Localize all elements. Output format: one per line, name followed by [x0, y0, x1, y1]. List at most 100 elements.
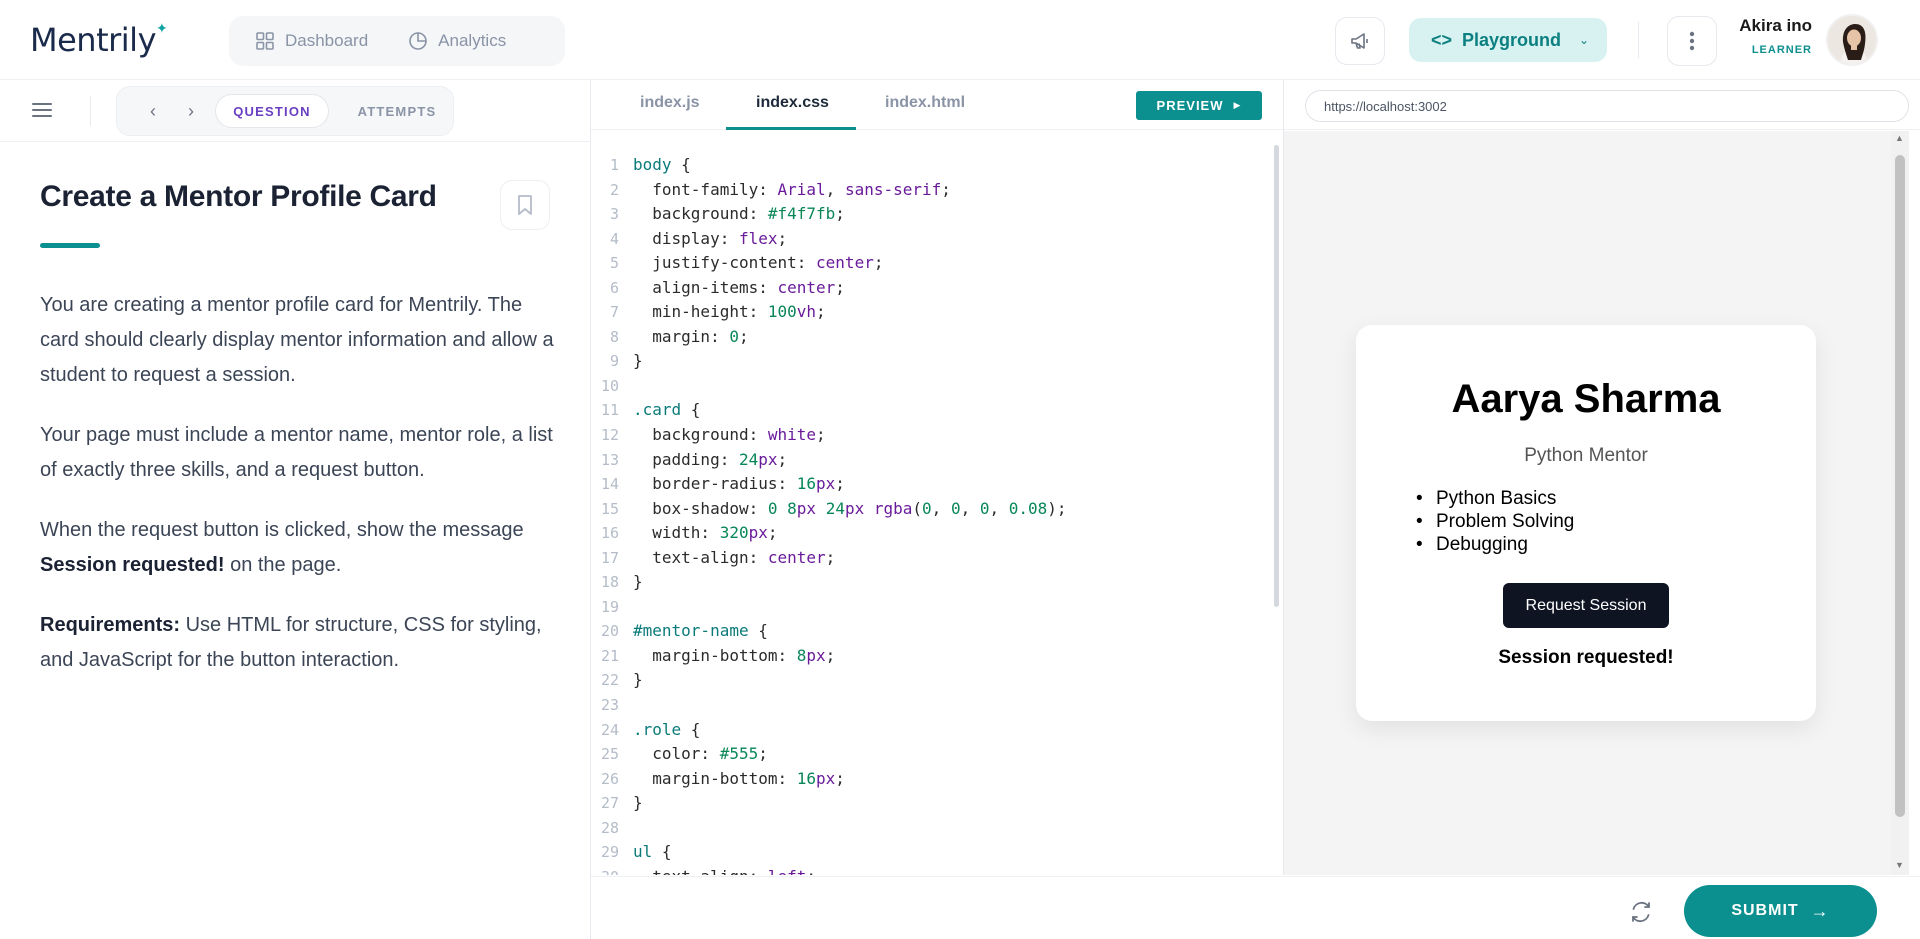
text-span: on the page.	[224, 554, 342, 576]
code-line: 23	[591, 693, 1067, 718]
next-question-button[interactable]: ›	[179, 99, 203, 123]
nav-dashboard[interactable]: Dashboard	[255, 31, 368, 51]
code-line: 30 text-align: left;	[591, 865, 1067, 875]
line-number: 18	[600, 573, 619, 592]
code-line: 6 align-items: center;	[591, 276, 1067, 301]
line-number: 30	[591, 865, 619, 875]
code-text: .role {	[633, 719, 701, 739]
code-line: 3 background: #f4f7fb;	[591, 202, 1067, 227]
code-editor[interactable]: 1 body {2 font-family: Arial, sans-serif;…	[591, 131, 1283, 875]
scroll-down-icon[interactable]: ▼	[1895, 860, 1904, 870]
line-number: 21	[600, 646, 619, 665]
play-icon: ▶	[1233, 100, 1242, 110]
description-paragraph: When the request button is clicked, show…	[40, 513, 560, 583]
editor-scrollbar[interactable]	[1274, 145, 1279, 607]
scroll-up-icon[interactable]: ▲	[1895, 133, 1904, 143]
code-text: justify-content: center;	[633, 253, 884, 273]
header-divider	[1638, 22, 1639, 58]
description-paragraph: You are creating a mentor profile card f…	[40, 294, 554, 386]
question-description: You are creating a mentor profile card f…	[40, 288, 560, 703]
code-text: min-height: 100vh;	[633, 302, 826, 322]
grid-icon	[256, 32, 274, 50]
code-text: }	[633, 572, 643, 592]
active-tab-indicator	[726, 127, 856, 130]
line-number: 1	[609, 156, 619, 174]
sparkle-icon: ✦	[156, 20, 168, 36]
code-line: 26 margin-bottom: 16px;	[591, 767, 1067, 792]
code-line: 14 border-radius: 16px;	[591, 472, 1067, 497]
submit-button[interactable]: SUBMIT →	[1684, 885, 1877, 937]
code-line: 13 padding: 24px;	[591, 448, 1067, 473]
line-number: 6	[609, 278, 619, 297]
code-icon: <>	[1431, 29, 1453, 50]
code-line: 17 text-align: center;	[591, 546, 1067, 571]
chevron-right-icon: ›	[188, 100, 194, 121]
code-line: 18}	[591, 570, 1067, 595]
preview-label: PREVIEW	[1156, 98, 1224, 113]
refresh-icon	[1632, 901, 1650, 923]
more-options-button[interactable]	[1667, 16, 1717, 66]
line-number: 23	[600, 696, 619, 715]
tab-index-js[interactable]: index.js	[640, 94, 700, 112]
code-text: display: flex;	[633, 228, 788, 248]
mentor-card: Aarya Sharma Python Mentor Python Basics…	[1356, 325, 1816, 721]
code-line: 27}	[591, 791, 1067, 816]
code-text: }	[633, 351, 643, 371]
code-text: border-radius: 16px;	[633, 474, 845, 494]
code-line: 11 .card {	[591, 398, 1067, 423]
top-header: Mentrily ✦ Dashboard Analytics <> Playgr…	[0, 0, 1920, 80]
preview-button[interactable]: PREVIEW ▶	[1136, 91, 1262, 120]
code-line: 12 background: white;	[591, 423, 1067, 448]
line-number: 17	[600, 548, 619, 567]
kebab-menu-icon	[1689, 31, 1695, 51]
url-field[interactable]: https://localhost:3002	[1305, 90, 1909, 122]
code-line: 10	[591, 374, 1067, 399]
code-text: margin-bottom: 16px;	[633, 768, 845, 788]
megaphone-icon	[1351, 33, 1368, 49]
tab-index-html[interactable]: index.html	[885, 94, 965, 112]
code-text: ul {	[633, 842, 672, 862]
bookmark-button[interactable]	[500, 180, 550, 230]
playground-button[interactable]: <> Playground ⌄	[1409, 18, 1607, 62]
code-line: 7 min-height: 100vh;	[591, 300, 1067, 325]
tab-attempts[interactable]: ATTEMPTS	[349, 94, 445, 128]
line-number: 12	[600, 426, 619, 445]
tab-index-css[interactable]: index.css	[756, 94, 829, 112]
line-number: 22	[600, 671, 619, 690]
nav-analytics[interactable]: Analytics	[408, 31, 506, 51]
question-nav-segment: ‹ › QUESTION ATTEMPTS	[116, 86, 454, 136]
request-session-button[interactable]: Request Session	[1503, 583, 1669, 628]
avatar[interactable]	[1826, 14, 1878, 66]
code-text: width: 320px;	[633, 523, 778, 543]
line-number: 29	[600, 843, 619, 862]
main-nav: Dashboard Analytics	[229, 16, 565, 66]
announcement-button[interactable]	[1335, 17, 1385, 65]
chevron-left-icon: ‹	[150, 100, 156, 121]
code-line: 4 display: flex;	[591, 227, 1067, 252]
hamburger-menu-icon[interactable]	[30, 98, 54, 122]
line-number: 10	[600, 376, 619, 395]
tab-question[interactable]: QUESTION	[215, 94, 329, 128]
nav-analytics-label: Analytics	[438, 31, 507, 50]
code-text: .card {	[633, 400, 701, 420]
line-number: 7	[609, 303, 619, 322]
reset-button[interactable]	[1627, 898, 1655, 926]
skills-list: Python Basics Problem Solving Debugging	[1416, 487, 1574, 556]
preview-scrollbar[interactable]: ▲ ▼	[1891, 131, 1909, 875]
brand-logo[interactable]: Mentrily ✦	[30, 20, 168, 60]
line-number: 11	[600, 401, 619, 420]
line-number: 19	[600, 597, 619, 616]
code-line: 19	[591, 595, 1067, 620]
code-lines: 1 body {2 font-family: Arial, sans-serif;…	[591, 153, 1067, 875]
toolbar-divider	[90, 96, 91, 126]
prev-question-button[interactable]: ‹	[141, 99, 165, 123]
chevron-down-icon: ⌄	[1579, 33, 1590, 47]
code-line: 29 ul {	[591, 840, 1067, 865]
skill-item: Debugging	[1416, 533, 1574, 556]
bookmark-icon	[518, 195, 532, 215]
scroll-thumb[interactable]	[1895, 155, 1905, 817]
editor-tab-bar: index.js index.css index.html PREVIEW ▶	[591, 80, 1283, 130]
